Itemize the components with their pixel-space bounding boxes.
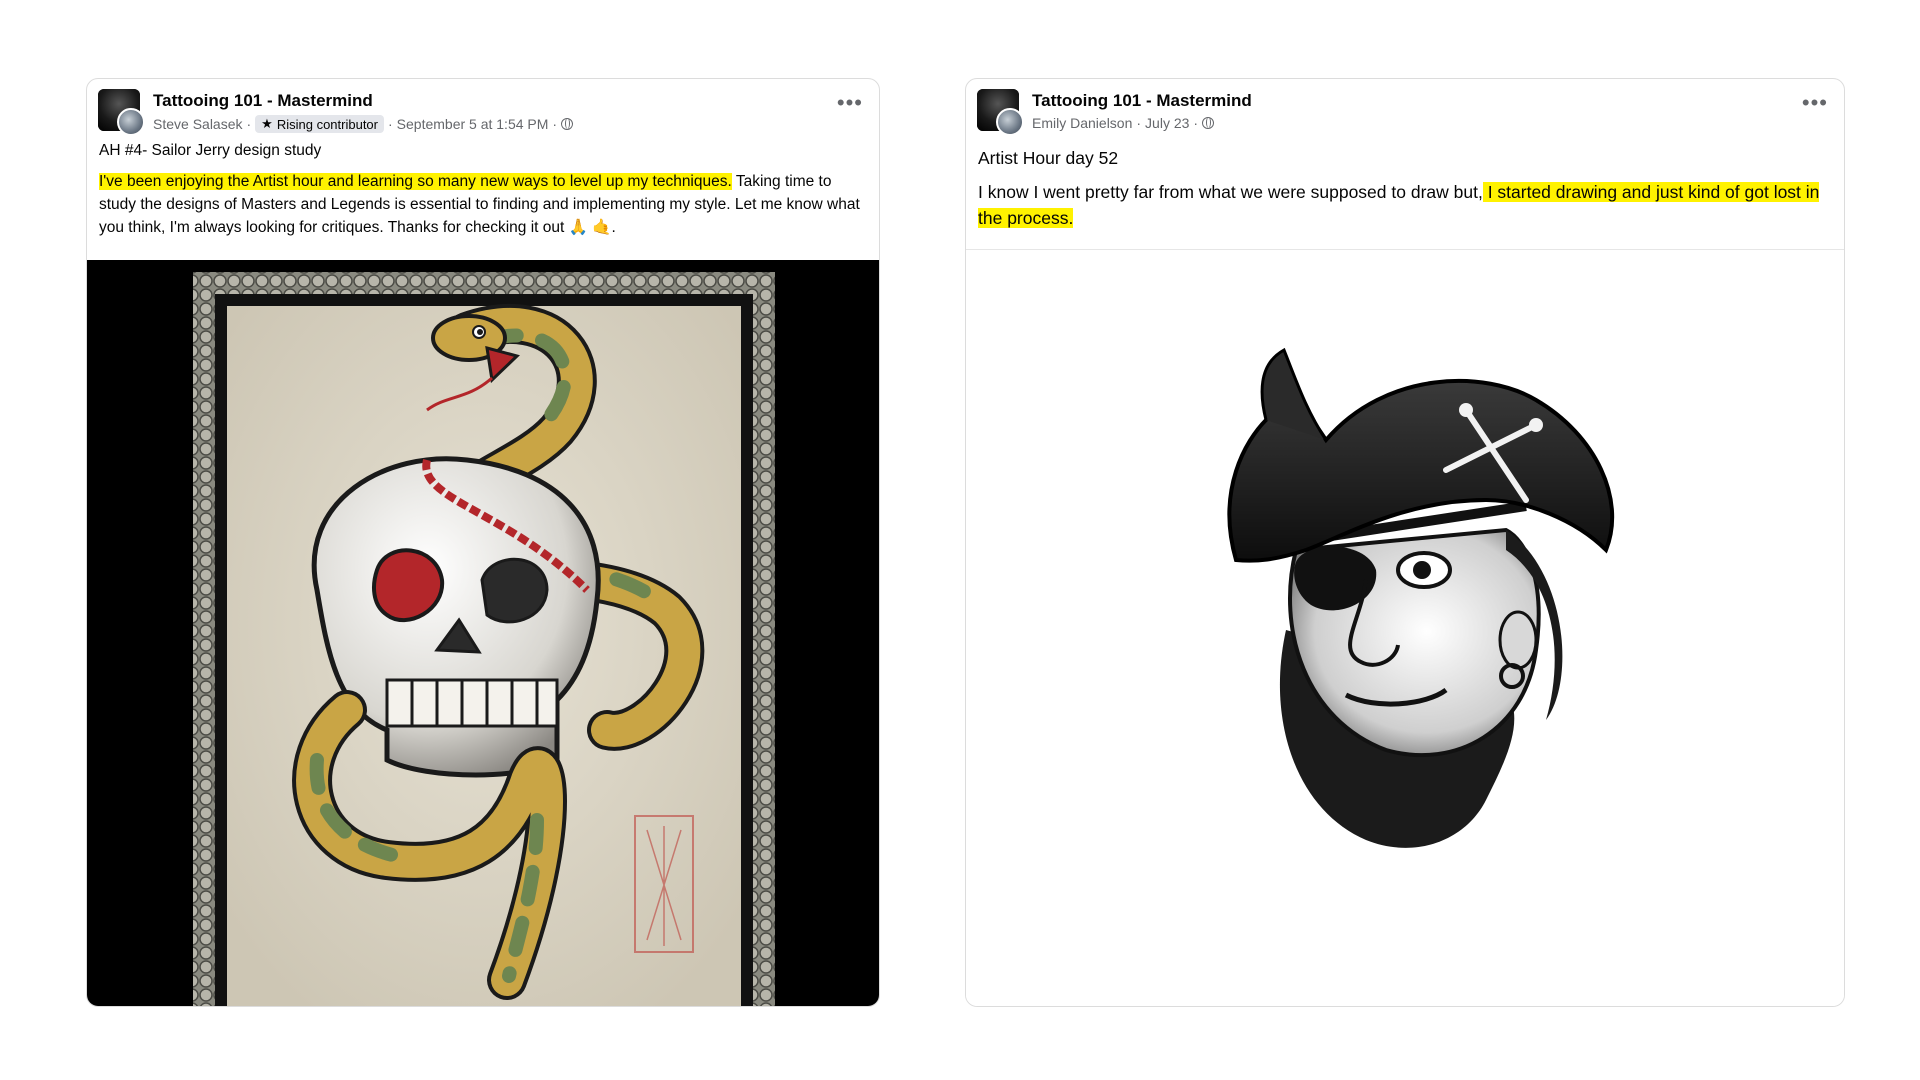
author-avatar[interactable] — [996, 108, 1024, 136]
post-heading: AH #4- Sailor Jerry design study — [99, 142, 322, 159]
star-icon: ★ — [261, 116, 273, 131]
snake-and-skull-tattoo-flash[interactable] — [87, 260, 879, 1006]
author-name[interactable]: Steve Salasek — [153, 116, 243, 132]
contributor-badge[interactable]: ★ Rising contributor — [255, 115, 384, 133]
pirate-tattoo-drawing[interactable] — [966, 249, 1844, 1006]
author-avatar[interactable] — [117, 108, 145, 136]
post-meta: Steve Salasek · ★ Rising contributor · S… — [153, 115, 574, 133]
group-name[interactable]: Tattooing 101 - Mastermind — [153, 91, 373, 111]
post-timestamp[interactable]: September 5 at 1:54 PM — [397, 116, 549, 132]
globe-icon — [561, 118, 574, 130]
post-heading: Artist Hour day 52 — [978, 148, 1119, 168]
group-avatar[interactable] — [98, 89, 145, 136]
group-avatar[interactable] — [977, 89, 1024, 136]
post-meta: Emily Danielson · July 23 · — [1032, 115, 1215, 131]
globe-icon — [1202, 117, 1215, 129]
highlighted-text: I've been enjoying the Artist hour and l… — [99, 173, 732, 190]
author-name[interactable]: Emily Danielson — [1032, 115, 1132, 131]
post-card: Tattooing 101 - Mastermind Steve Salasek… — [86, 78, 880, 1007]
post-text: Artist Hour day 52 I know I went pretty … — [966, 139, 1844, 231]
post-timestamp[interactable]: July 23 — [1145, 115, 1189, 131]
paragraph-text: I know I went pretty far from what we we… — [978, 182, 1483, 202]
badge-label: Rising contributor — [276, 116, 378, 132]
group-name[interactable]: Tattooing 101 - Mastermind — [1032, 91, 1252, 111]
post-header: Tattooing 101 - Mastermind Steve Salasek… — [87, 79, 879, 139]
post-header: Tattooing 101 - Mastermind Emily Daniels… — [966, 79, 1844, 139]
post-card: Tattooing 101 - Mastermind Emily Daniels… — [965, 78, 1845, 1007]
more-options-icon[interactable]: ••• — [1802, 92, 1828, 114]
post-text: AH #4- Sailor Jerry design study I've be… — [87, 139, 879, 239]
post-paragraph: I've been enjoying the Artist hour and l… — [99, 170, 867, 239]
post-paragraph: I know I went pretty far from what we we… — [978, 179, 1832, 231]
more-options-icon[interactable]: ••• — [837, 92, 863, 114]
